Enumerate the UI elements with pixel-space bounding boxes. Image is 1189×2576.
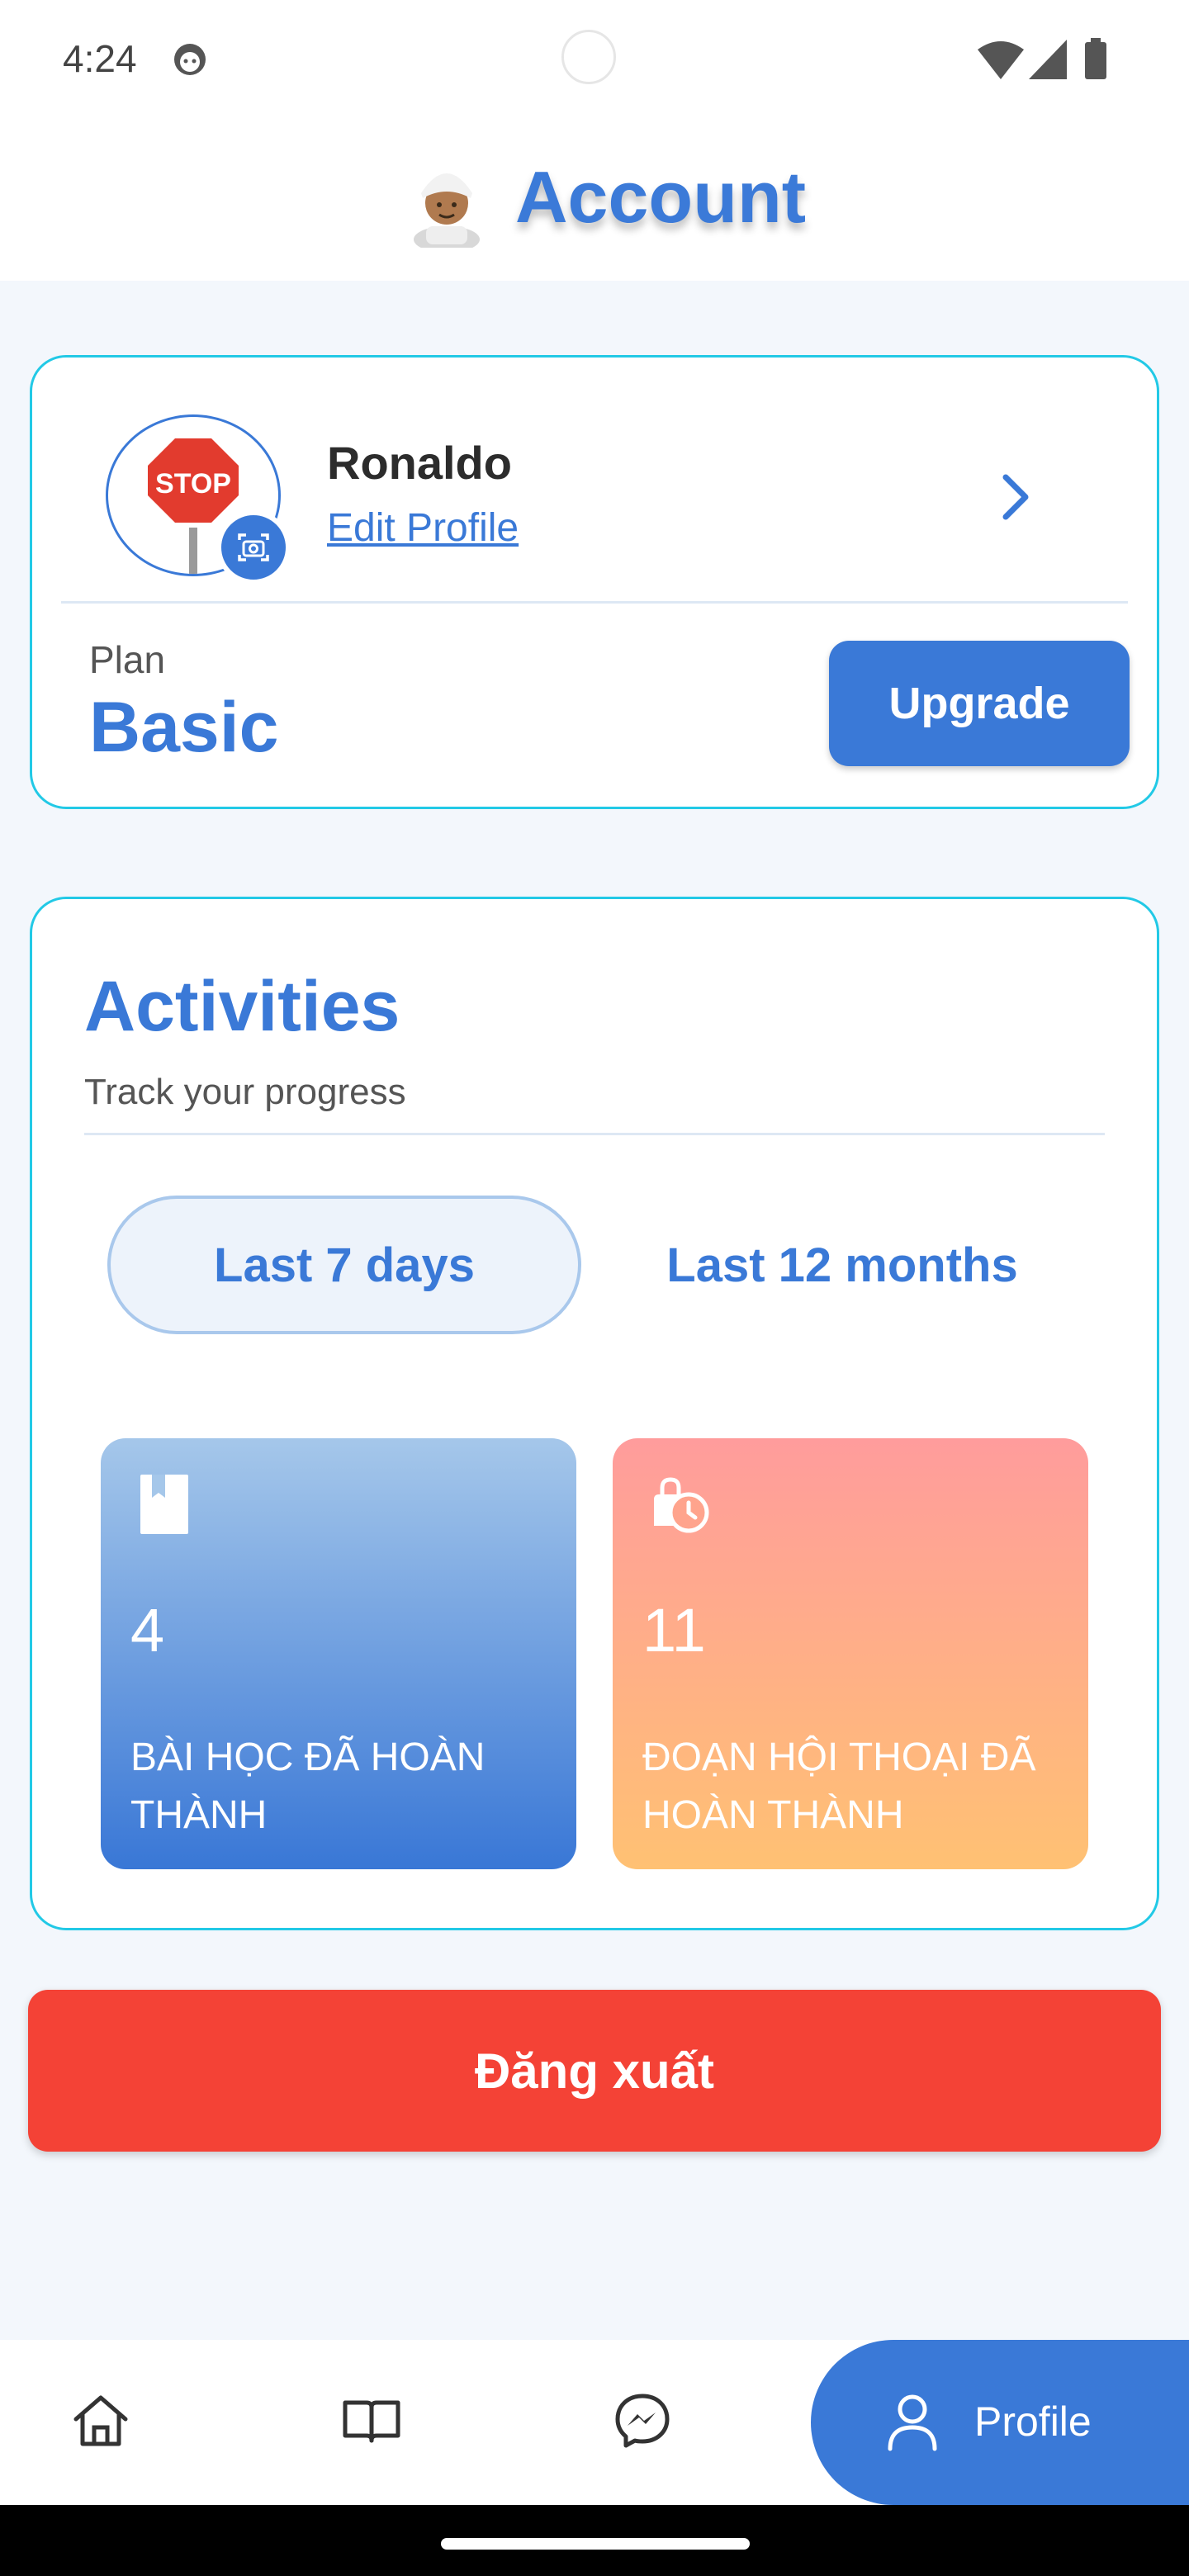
turban-avatar-icon (414, 173, 480, 248)
camera-icon (238, 533, 269, 561)
edit-profile-link[interactable]: Edit Profile (327, 505, 519, 551)
stat-card-lessons: 4 Bài học đã hoàn thành (101, 1438, 576, 1869)
change-avatar-button[interactable] (216, 510, 291, 585)
activities-subtitle: Track your progress (84, 1072, 406, 1112)
open-book-icon[interactable] (340, 2389, 403, 2452)
status-time: 4:24 (63, 37, 137, 80)
home-icon[interactable] (69, 2389, 132, 2452)
stat-label: Bài học đã hoàn thành (130, 1735, 486, 1837)
plan-value: Basic (89, 688, 279, 767)
tab-last-12-months[interactable]: Last 12 months (628, 1196, 1057, 1334)
logout-button[interactable]: Đăng xuất (28, 1990, 1161, 2152)
stat-value: 4 (130, 1596, 165, 1664)
wifi-icon (978, 41, 1024, 79)
nav-profile-label: Profile (974, 2398, 1092, 2445)
stat-value: 11 (642, 1596, 706, 1664)
plan-label: Plan (89, 638, 166, 681)
cell-signal-icon (1029, 40, 1067, 79)
svg-text:STOP: STOP (155, 468, 231, 500)
divider (84, 1133, 1105, 1135)
notification-face-icon (174, 44, 206, 75)
activities-title: Activities (84, 967, 400, 1046)
home-gesture-pill[interactable] (441, 2538, 750, 2550)
book-icon (140, 1475, 188, 1534)
battery-icon (1085, 38, 1106, 79)
messenger-icon[interactable] (611, 2389, 674, 2452)
upgrade-button[interactable]: Upgrade (829, 641, 1130, 766)
chevron-right-icon[interactable] (991, 467, 1040, 527)
page-title: Account (515, 156, 806, 238)
stat-label: Đoạn hội thoại đã hoàn thành (642, 1735, 1036, 1837)
camera-cutout (561, 30, 616, 84)
timer-bag-icon (654, 1477, 709, 1533)
user-name: Ronaldo (327, 437, 512, 489)
divider (61, 601, 1128, 604)
user-icon (888, 2394, 937, 2451)
stat-card-dialogs: 11 Đoạn hội thoại đã hoàn thành (613, 1438, 1088, 1869)
tab-last-7-days[interactable]: Last 7 days (107, 1196, 581, 1334)
